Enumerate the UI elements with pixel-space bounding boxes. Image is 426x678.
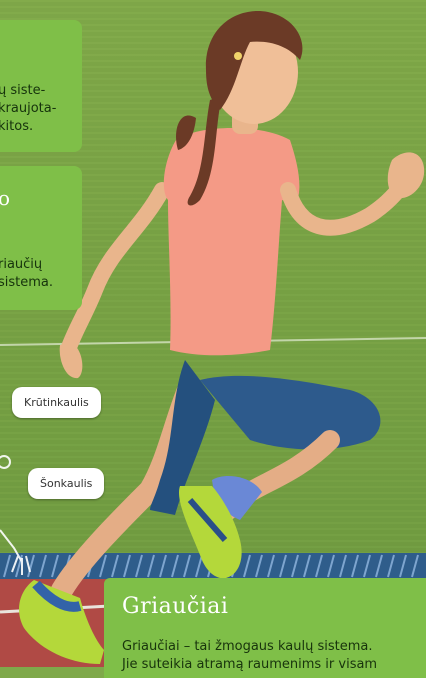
info-card-top-line1: ų siste- — [0, 83, 46, 98]
label-sonkaulis: Šonkaulis — [28, 468, 105, 499]
info-card-top-line2: kraujota- — [0, 101, 57, 116]
info-card-title: Griaučiai — [122, 594, 229, 619]
info-card-middle: o riaučių sistema. — [0, 166, 82, 310]
label-krutinkaulis: Krūtinkaulis — [12, 387, 101, 418]
info-card-middle-line2: sistema. — [0, 275, 54, 290]
info-card-desc-line2: Jie suteikia atramą raumenims ir visam — [122, 657, 378, 672]
info-card-top: ų siste- kraujota- kitos. — [0, 20, 82, 152]
info-card-description: Griaučiai – tai žmogaus kaulų sistema. J… — [122, 638, 422, 674]
info-card-middle-line1: riaučių — [0, 257, 43, 272]
info-card-top-line3: kitos. — [0, 119, 34, 134]
info-card-middle-heading: o — [0, 186, 11, 210]
info-card-griauciai: Griaučiai Griaučiai – tai žmogaus kaulų … — [104, 578, 426, 678]
info-card-desc-line1: Griaučiai – tai žmogaus kaulų sistema. — [122, 639, 373, 654]
